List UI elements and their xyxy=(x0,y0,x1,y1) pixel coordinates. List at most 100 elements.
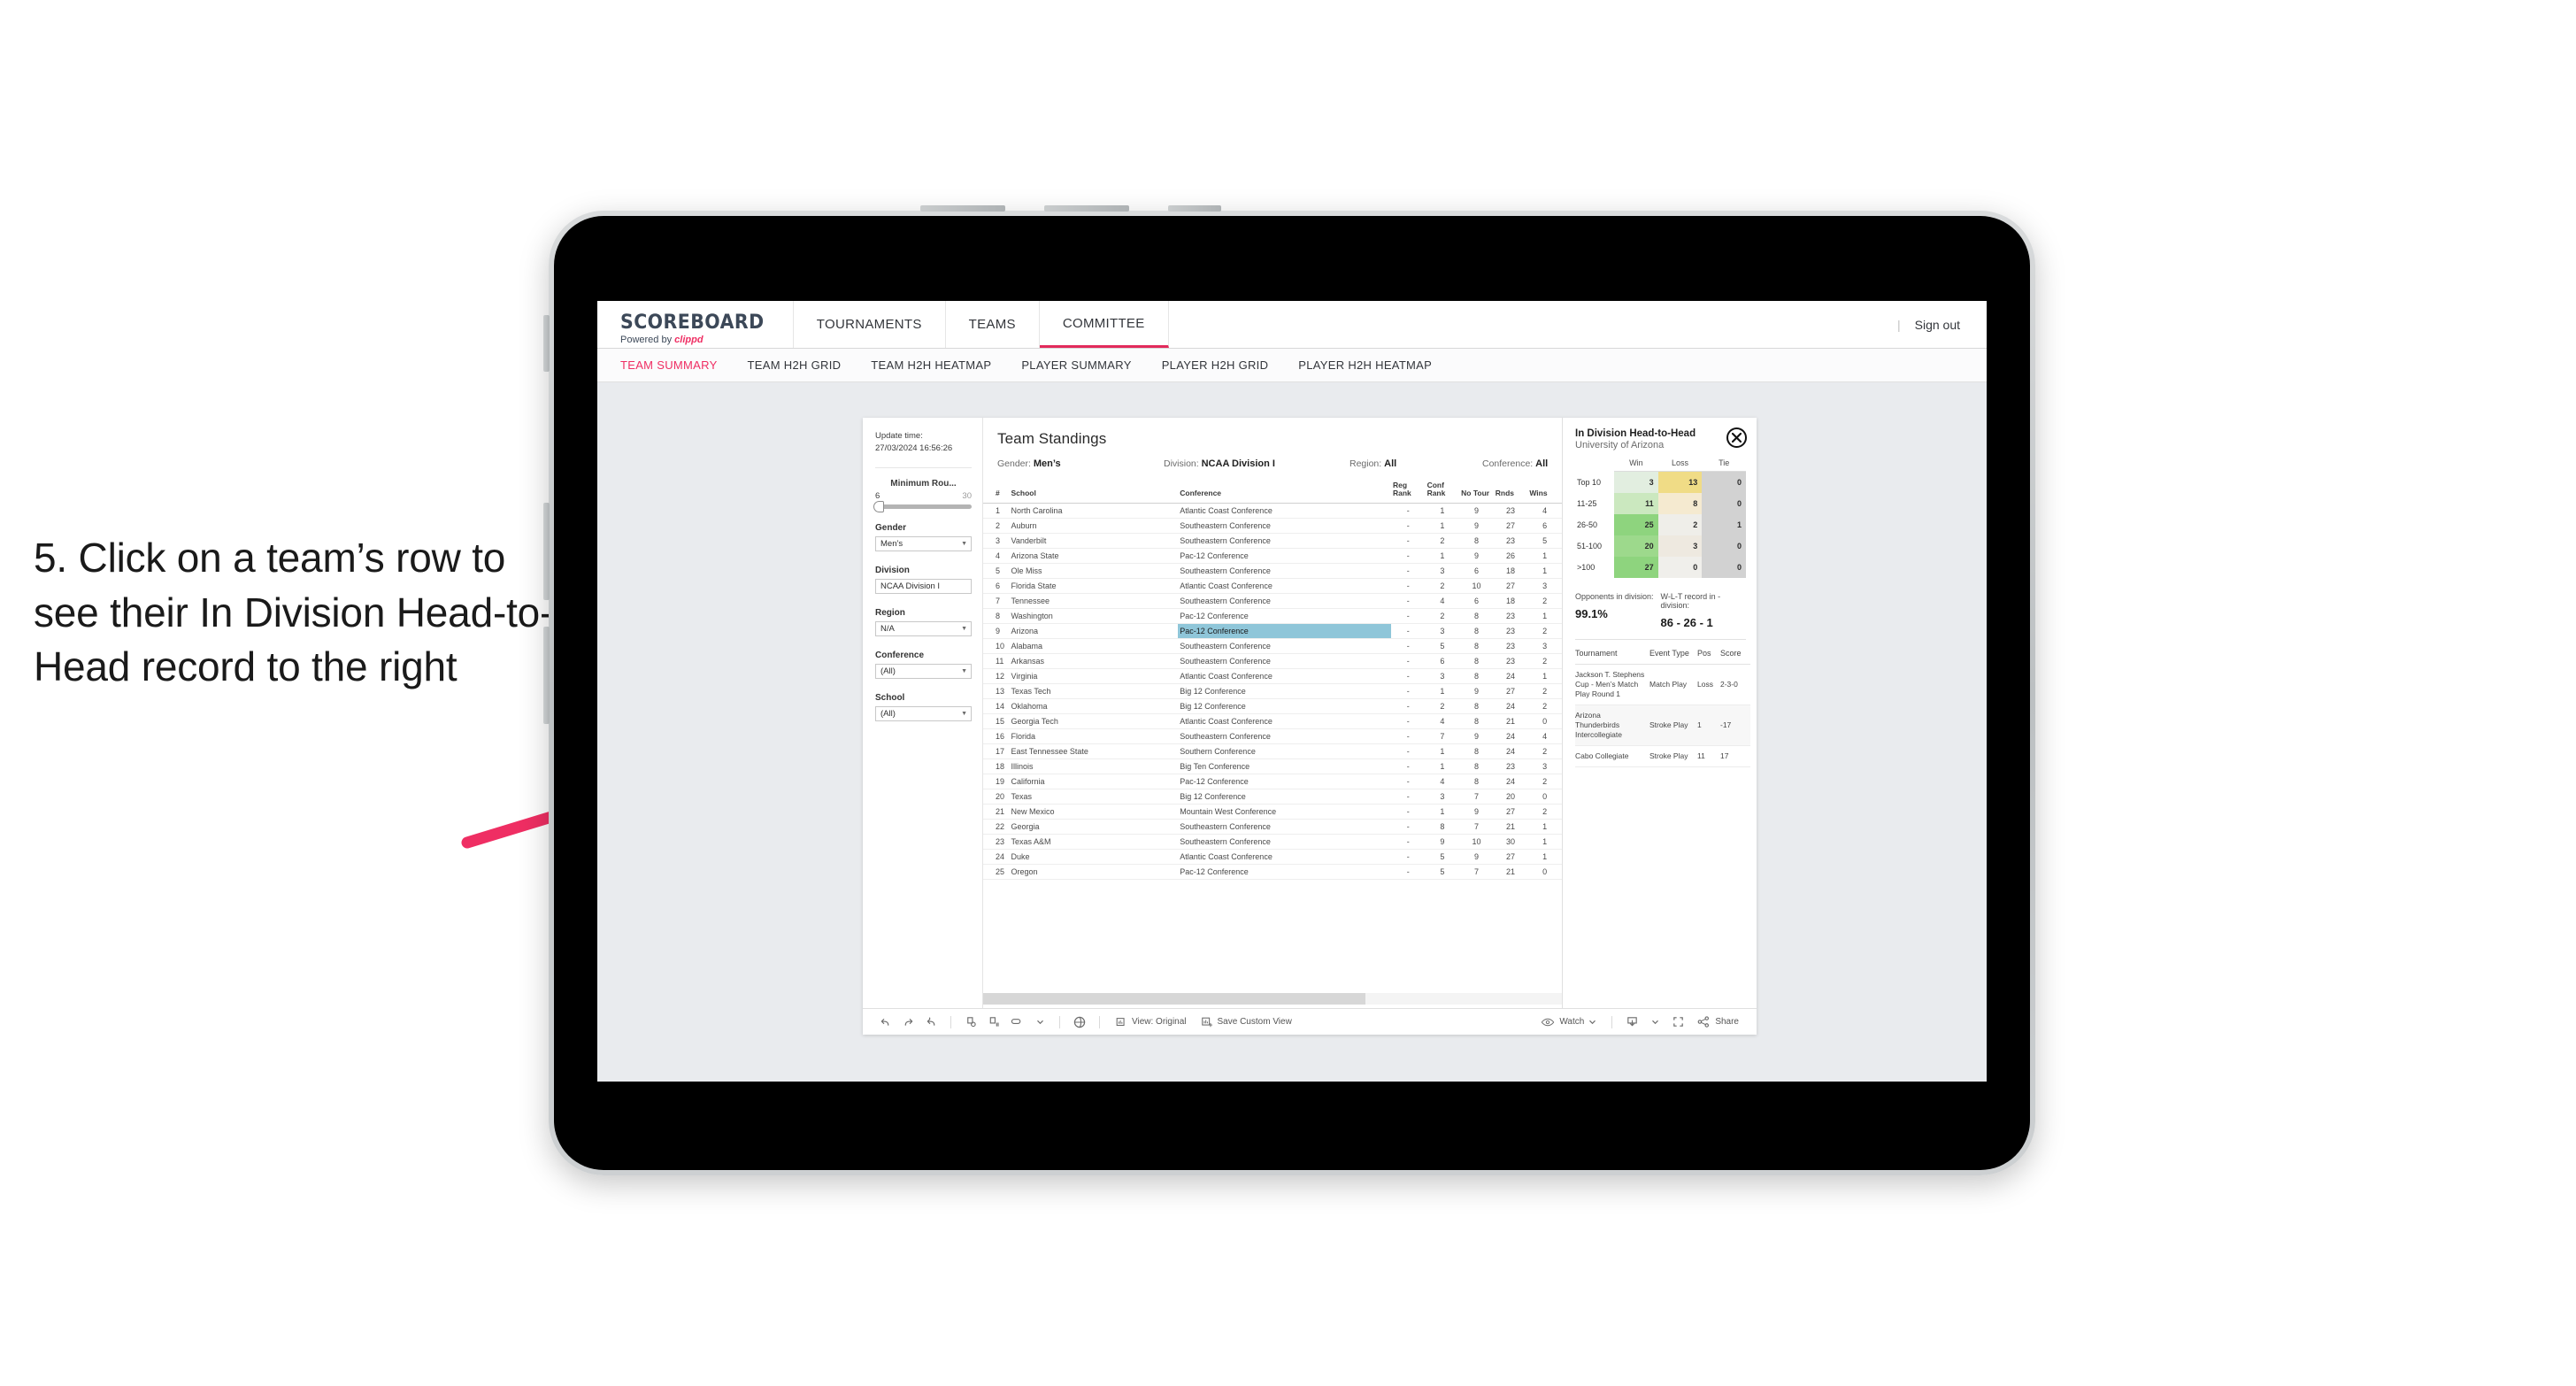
table-row[interactable]: 9 Arizona Pac-12 Conference -3 8 23 2 xyxy=(983,623,1562,639)
cell-wins: 4 xyxy=(1527,728,1562,744)
table-row[interactable]: 24 Duke Atlantic Coast Conference -5 9 27 1 xyxy=(983,849,1562,865)
refresh-icon[interactable] xyxy=(959,1013,982,1032)
revert-icon[interactable] xyxy=(919,1013,942,1032)
table-row[interactable]: 17 East Tennessee State Southern Conferenc… xyxy=(983,743,1562,759)
topnav-item-teams[interactable]: TEAMS xyxy=(946,301,1040,348)
filter-school-value: (All) xyxy=(880,708,896,719)
filter-gender-select[interactable]: Men’s ▼ xyxy=(875,535,972,551)
highlight-icon[interactable] xyxy=(1005,1013,1028,1032)
cell-wins: 5 xyxy=(1527,533,1562,549)
cell-conference: Southeastern Conference xyxy=(1178,819,1391,835)
h2h-header-row: Win Loss Tie xyxy=(1575,458,1746,472)
view-original-button[interactable]: View: Original xyxy=(1108,1016,1194,1028)
meta-division-label: Division: xyxy=(1164,458,1199,469)
col-conf-rank[interactable]: Conf Rank xyxy=(1425,479,1460,504)
filter-school-select[interactable]: (All) ▼ xyxy=(875,705,972,721)
tournament-body: Jackson T. Stephens Cup - Men’s Match Pl… xyxy=(1575,664,1750,768)
stat-record-label: W-L-T record in -division: xyxy=(1660,592,1721,610)
table-row[interactable]: 15 Georgia Tech Atlantic Coast Conference -… xyxy=(983,713,1562,729)
table-row[interactable]: 12 Virginia Atlantic Coast Conference -3 8 24… xyxy=(983,668,1562,684)
redo-icon[interactable] xyxy=(896,1013,919,1032)
meta-conference-label: Conference: xyxy=(1482,458,1534,469)
subnav-item-player-h2h-grid[interactable]: PLAYER H2H GRID xyxy=(1162,358,1269,372)
horizontal-scrollbar[interactable] xyxy=(983,993,1562,1005)
signout-link[interactable]: Sign out xyxy=(1915,318,1960,332)
cell-conference: Pac-12 Conference xyxy=(1178,623,1391,639)
subnav-item-player-summary[interactable]: PLAYER SUMMARY xyxy=(1021,358,1131,372)
table-row[interactable]: 5 Ole Miss Southeastern Conference -3 6 18 1 xyxy=(983,563,1562,579)
filter-division-select[interactable]: NCAA Division I xyxy=(875,578,972,594)
close-icon[interactable] xyxy=(1726,427,1747,448)
pause-icon[interactable] xyxy=(982,1013,1005,1032)
table-row[interactable]: 4 Arizona State Pac-12 Conference -1 9 26 1 xyxy=(983,548,1562,564)
tournament-row[interactable]: Cabo Collegiate Stroke Play 11 17 xyxy=(1575,745,1750,768)
table-row[interactable]: 8 Washington Pac-12 Conference -2 8 23 1 xyxy=(983,608,1562,624)
cell-conference: Pac-12 Conference xyxy=(1178,864,1391,880)
minimum-rounds-range: 6 30 xyxy=(875,491,972,501)
download-dropdown-icon[interactable] xyxy=(1643,1013,1666,1032)
save-custom-view-button[interactable]: Save Custom View xyxy=(1194,1016,1299,1028)
h2h-row: 26-50 25 2 1 xyxy=(1575,514,1746,535)
topnav-item-tournaments[interactable]: TOURNAMENTS xyxy=(794,301,946,348)
sub-navigation-bar: TEAM SUMMARY TEAM H2H GRID TEAM H2H HEAT… xyxy=(597,349,1987,382)
subnav-item-team-h2h-heatmap[interactable]: TEAM H2H HEATMAP xyxy=(871,358,991,372)
table-row[interactable]: 6 Florida State Atlantic Coast Conference -… xyxy=(983,578,1562,594)
table-row[interactable]: 3 Vanderbilt Southeastern Conference -2 8 23 5 xyxy=(983,533,1562,549)
standings-table: # School Conference Reg Rank Conf Rank N… xyxy=(983,479,1562,880)
table-row[interactable]: 1 North Carolina Atlantic Coast Conference… xyxy=(983,503,1562,519)
col-rank[interactable]: # xyxy=(983,479,1010,504)
subnav-item-team-h2h-grid[interactable]: TEAM H2H GRID xyxy=(748,358,842,372)
col-conference[interactable]: Conference xyxy=(1178,479,1391,504)
col-wins[interactable]: Wins xyxy=(1527,479,1562,504)
table-row[interactable]: 20 Texas Big 12 Conference -3 7 20 0 xyxy=(983,789,1562,805)
filter-region-select[interactable]: N/A ▼ xyxy=(875,620,972,636)
col-pos: Pos xyxy=(1697,642,1720,665)
minimum-rounds-slider[interactable] xyxy=(873,500,972,512)
col-rnds[interactable]: Rnds xyxy=(1493,479,1528,504)
table-row[interactable]: 23 Texas A&M Southeastern Conference -9 10 30… xyxy=(983,834,1562,850)
globe-icon[interactable] xyxy=(1068,1013,1091,1032)
filter-conference-select[interactable]: (All) ▼ xyxy=(875,663,972,679)
download-icon[interactable] xyxy=(1620,1013,1643,1032)
table-row[interactable]: 13 Texas Tech Big 12 Conference -1 9 27 2 xyxy=(983,683,1562,699)
meta-region-value: All xyxy=(1384,458,1397,469)
watch-button[interactable]: Watch xyxy=(1534,1016,1603,1028)
share-button[interactable]: Share xyxy=(1689,1015,1746,1028)
tournament-row[interactable]: Jackson T. Stephens Cup - Men’s Match Pl… xyxy=(1575,664,1750,706)
table-row[interactable]: 14 Oklahoma Big 12 Conference -2 8 24 2 xyxy=(983,698,1562,714)
table-row[interactable]: 21 New Mexico Mountain West Conference -1 9 2… xyxy=(983,804,1562,820)
cell-no-tour: 9 xyxy=(1459,728,1494,744)
table-row[interactable]: 16 Florida Southeastern Conference -7 9 24 4 xyxy=(983,728,1562,744)
slider-knob[interactable] xyxy=(873,500,884,512)
col-reg-rank[interactable]: Reg Rank xyxy=(1390,479,1426,504)
scrollbar-thumb[interactable] xyxy=(983,993,1365,1005)
cell-rnds: 27 xyxy=(1493,518,1528,534)
undo-icon[interactable] xyxy=(873,1013,896,1032)
app-logo[interactable]: SCOREBOARD Powered by clippd xyxy=(597,301,794,348)
cell-wins: 2 xyxy=(1527,653,1562,669)
table-row[interactable]: 19 California Pac-12 Conference -4 8 24 2 xyxy=(983,774,1562,789)
subnav-item-player-h2h-heatmap[interactable]: PLAYER H2H HEATMAP xyxy=(1298,358,1432,372)
cell-school: Florida xyxy=(1009,728,1179,744)
subnav-item-team-summary[interactable]: TEAM SUMMARY xyxy=(620,358,718,372)
fullscreen-icon[interactable] xyxy=(1666,1013,1689,1032)
table-row[interactable]: 22 Georgia Southeastern Conference -8 7 21 1 xyxy=(983,819,1562,835)
table-row[interactable]: 11 Arkansas Southeastern Conference -6 8 23 2 xyxy=(983,653,1562,669)
stat-opponents-label: Opponents in division: xyxy=(1575,592,1654,601)
cell-conf-rank: 3 xyxy=(1425,789,1460,805)
h2h-row-label: 26-50 xyxy=(1575,514,1614,535)
col-school[interactable]: School xyxy=(1009,479,1179,504)
dashboard-body: Update time: 27/03/2024 16:56:26 Minimum… xyxy=(863,418,1757,1008)
tournament-row[interactable]: Arizona Thunderbirds Intercollegiate Stro… xyxy=(1575,705,1750,747)
table-row[interactable]: 7 Tennessee Southeastern Conference -4 6 18 2 xyxy=(983,593,1562,609)
standings-table-head: # School Conference Reg Rank Conf Rank N… xyxy=(983,479,1562,504)
table-row[interactable]: 25 Oregon Pac-12 Conference -5 7 21 0 xyxy=(983,864,1562,880)
table-row[interactable]: 18 Illinois Big Ten Conference -1 8 23 3 xyxy=(983,758,1562,774)
table-row[interactable]: 10 Alabama Southeastern Conference -5 8 23 3 xyxy=(983,638,1562,654)
h2h-row-label: Top 10 xyxy=(1575,471,1614,493)
table-row[interactable]: 2 Auburn Southeastern Conference -1 9 27 6 xyxy=(983,518,1562,534)
filter-minimum-rounds[interactable]: Minimum Rou... 6 30 xyxy=(873,479,972,512)
topnav-item-committee[interactable]: COMMITTEE xyxy=(1039,301,1169,348)
highlight-dropdown-icon[interactable] xyxy=(1028,1013,1051,1032)
col-no-tour[interactable]: No Tour xyxy=(1459,479,1494,504)
